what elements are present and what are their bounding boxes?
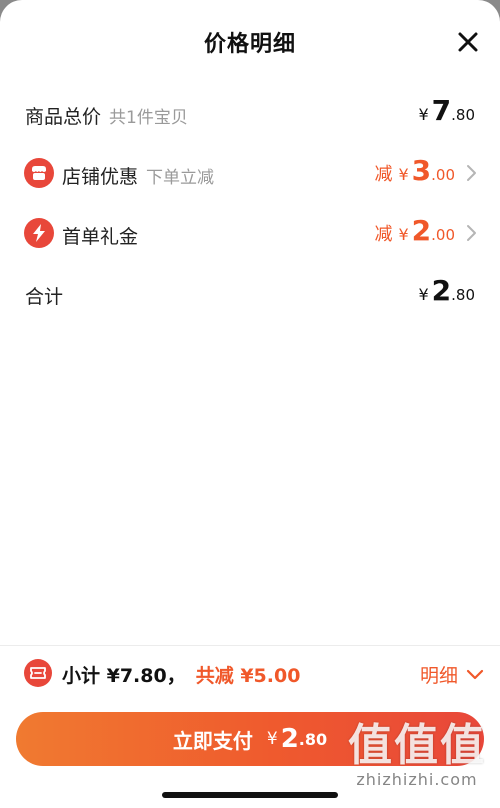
goods-total-row: 商品总价 共1件宝贝 ¥7.80 bbox=[0, 94, 500, 134]
first-order-gift-row[interactable]: 首单礼金 减 ¥2.00 bbox=[0, 214, 500, 254]
first-order-gift-value: 减 ¥2.00 bbox=[374, 214, 455, 247]
minus-label: 减 bbox=[374, 224, 393, 245]
watermark-logo: 值值值 bbox=[348, 720, 486, 771]
watermark-url: zhizhizhi.com bbox=[356, 770, 478, 789]
grand-total-row: 合计 ¥2.80 bbox=[0, 274, 500, 314]
watermark: 值值值 zhizhizhi.com bbox=[348, 720, 486, 790]
minus-label: 减 bbox=[374, 164, 393, 185]
amount-decimal: .00 bbox=[431, 226, 455, 244]
page-title: 价格明细 bbox=[203, 32, 296, 57]
home-indicator bbox=[162, 792, 338, 798]
pay-now-label: 立即支付 bbox=[172, 728, 253, 753]
lightning-icon bbox=[24, 218, 54, 248]
price-detail-sheet: 价格明细 商品总价共1件宝贝 ¥7.80 店铺优惠下单立减 减¥3.00 bbox=[0, 0, 500, 808]
subtotal-text: 小计 ¥7.80， bbox=[62, 665, 186, 687]
chevron-right-icon bbox=[467, 165, 476, 181]
detail-label: 明细 bbox=[419, 665, 458, 687]
shop-discount-label: 店铺优惠 bbox=[62, 166, 139, 188]
amount-decimal: .80 bbox=[451, 286, 475, 304]
currency-symbol: ¥ bbox=[398, 225, 409, 244]
chevron-down-icon bbox=[466, 669, 484, 679]
shop-icon bbox=[24, 158, 54, 188]
pay-amount-decimal: .80 bbox=[298, 729, 328, 749]
discount-total-text: 共减 ¥5.00 bbox=[195, 665, 301, 687]
ticket-icon bbox=[24, 659, 52, 687]
grand-total-value: ¥2.80 bbox=[418, 274, 475, 307]
close-icon[interactable] bbox=[456, 30, 480, 54]
amount-integer: 2 bbox=[411, 214, 432, 247]
goods-total-label: 商品总价 bbox=[25, 106, 102, 128]
goods-total-value: ¥7.80 bbox=[418, 94, 475, 127]
currency-symbol: ¥ bbox=[266, 729, 278, 749]
amount-decimal: .00 bbox=[431, 166, 455, 184]
currency-symbol: ¥ bbox=[398, 165, 409, 184]
amount-integer: 3 bbox=[411, 154, 432, 187]
amount-integer: 7 bbox=[431, 94, 452, 127]
price-summary-bar: 小计 ¥7.80， 共减 ¥5.00 明细 bbox=[0, 655, 500, 695]
shop-discount-row[interactable]: 店铺优惠 下单立减 减 ¥3.00 bbox=[0, 154, 500, 194]
item-count: 共1件宝贝 bbox=[109, 108, 188, 128]
shop-discount-sub: 下单立减 bbox=[146, 168, 215, 188]
first-order-gift-label: 首单礼金 bbox=[62, 226, 139, 248]
grand-total-label: 合计 bbox=[25, 286, 64, 308]
shop-discount-value: 减 ¥3.00 bbox=[374, 154, 455, 187]
chevron-right-icon bbox=[467, 225, 476, 241]
currency-symbol: ¥ bbox=[418, 285, 429, 304]
divider bbox=[0, 645, 500, 646]
sheet-header: 价格明细 bbox=[0, 0, 500, 88]
currency-symbol: ¥ bbox=[418, 105, 429, 124]
pay-amount-integer: 2 bbox=[280, 724, 299, 754]
detail-toggle-button[interactable]: 明细 bbox=[420, 661, 484, 688]
amount-decimal: .80 bbox=[451, 106, 475, 124]
amount-integer: 2 bbox=[431, 274, 452, 307]
